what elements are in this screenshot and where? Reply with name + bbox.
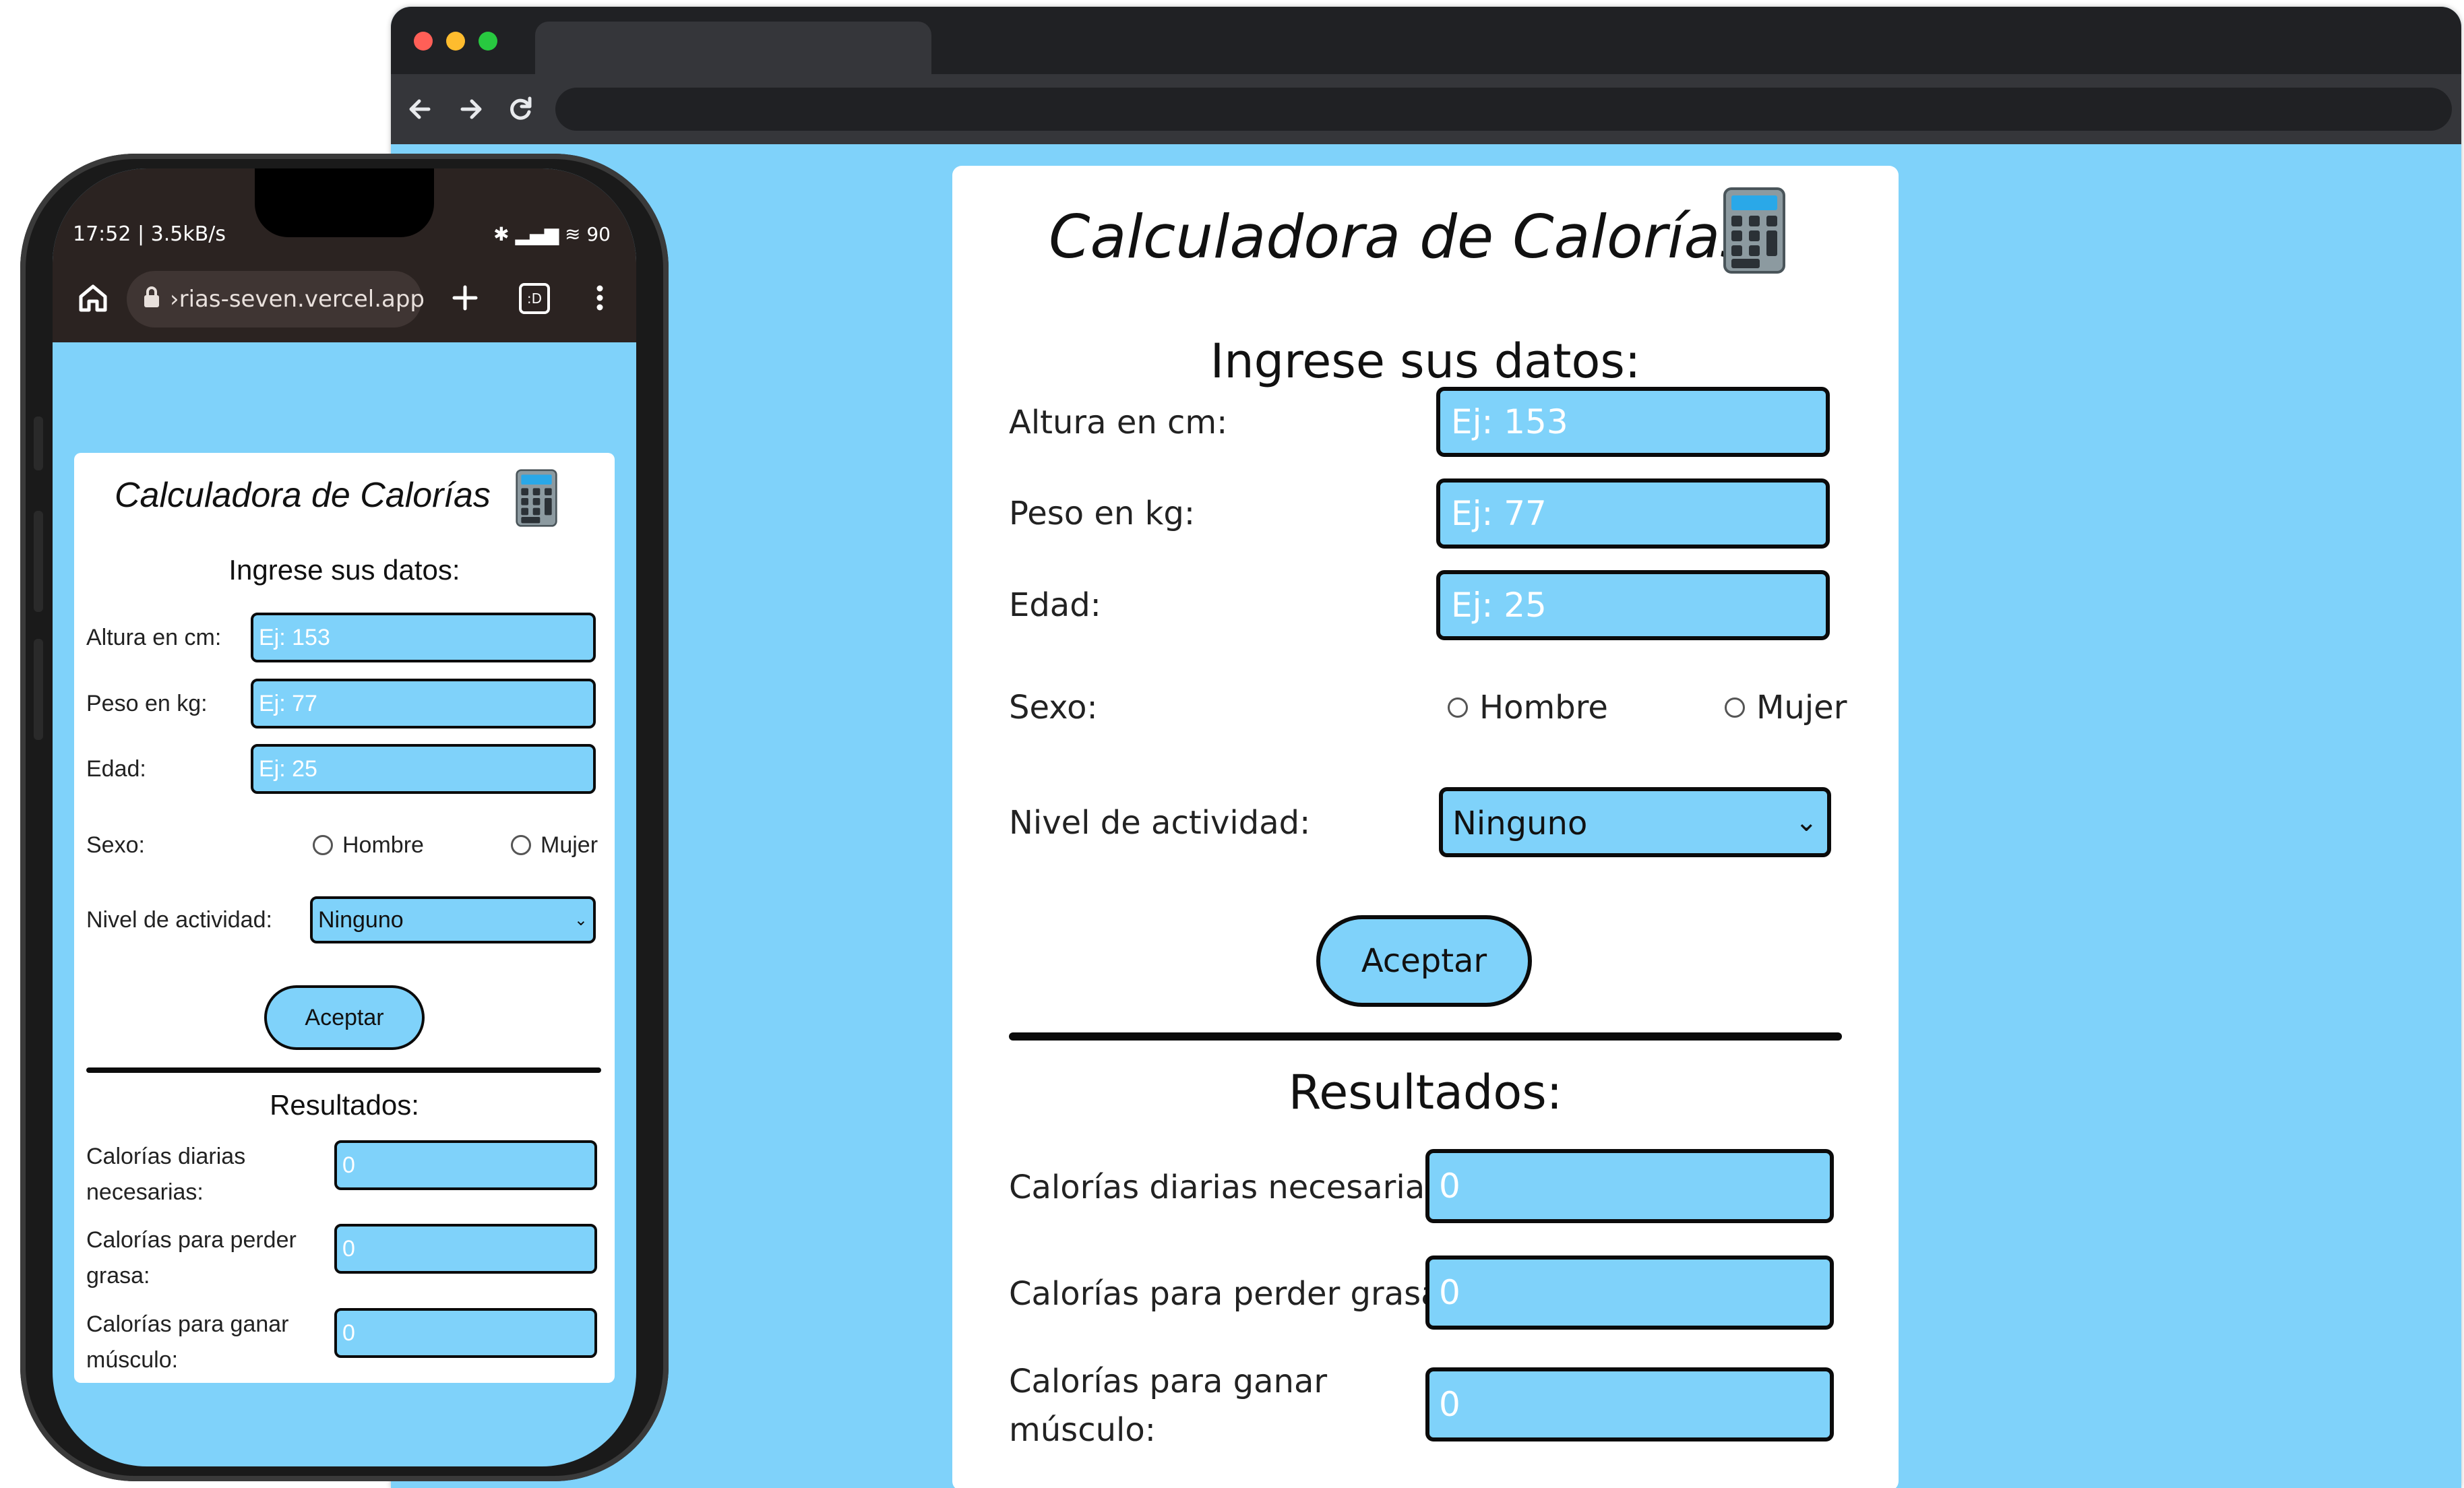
results-title: Resultados: [1288,1065,1563,1120]
close-window-button[interactable] [414,32,433,51]
camera-notch [255,168,434,237]
mobile-accept-button[interactable]: Aceptar [264,985,425,1050]
desktop-browser-window: Calculadora de Calorías Ingrese sus dato… [391,7,2461,1488]
radio-mujer[interactable] [1725,698,1745,718]
mobile-lose-fat-output[interactable] [334,1224,597,1274]
browser-toolbar [391,74,2461,144]
accept-button[interactable]: Aceptar [1316,915,1532,1007]
mobile-radio-mujer-label: Mujer [541,832,598,858]
height-label: Altura en cm: [1009,404,1228,441]
lose-fat-output[interactable] [1425,1256,1834,1330]
gain-muscle-output[interactable] [1425,1367,1834,1442]
divider [1009,1032,1842,1041]
mobile-lose-fat-label: Calorías para perder grasa: [86,1227,297,1289]
daily-calories-label: Calorías diarias necesarias: [1009,1169,1453,1206]
mobile-results-title: Resultados: [270,1089,419,1121]
mobile-height-input[interactable] [251,613,596,662]
status-time: 17:52 | 3.5kB/s [73,222,226,246]
mobile-gain-muscle-label: Calorías para ganar músculo: [86,1311,289,1373]
mobile-age-input[interactable] [251,744,596,794]
maximize-window-button[interactable] [479,32,497,51]
phone-screen: 17:52 | 3.5kB/s ✱ ▂▄▆ ≋ 90 ›rias-seven.v… [53,168,636,1466]
phone-side-button [34,511,43,612]
height-input[interactable] [1436,387,1830,457]
mobile-radio-hombre[interactable] [313,835,333,855]
minimize-window-button[interactable] [446,32,465,51]
url-text: ›rias-seven.vercel.app [170,286,425,313]
mobile-page-title: Calculadora de Calorías [115,476,491,515]
phone-device: 17:52 | 3.5kB/s ✱ ▂▄▆ ≋ 90 ›rias-seven.v… [20,154,669,1481]
page-title: Calculadora de Calorías [1049,202,1752,272]
status-icons: ✱ ▂▄▆ ≋ 90 [493,223,611,245]
forward-arrow-icon[interactable] [449,88,492,131]
lose-fat-label: Calorías para perder grasa: [1009,1275,1452,1313]
mobile-activity-select[interactable]: Ninguno ⌄ [310,896,596,943]
activity-label: Nivel de actividad: [1009,804,1311,842]
mobile-gain-muscle-output[interactable] [334,1308,597,1358]
mobile-weight-input[interactable] [251,679,596,728]
phone-side-button [34,639,43,740]
mobile-browser-toolbar: ›rias-seven.vercel.app :D [53,256,636,342]
mobile-height-label: Altura en cm: [86,625,222,650]
mobile-age-label: Edad: [86,756,146,782]
plus-icon[interactable] [443,276,487,319]
browser-tab-strip [391,7,2461,74]
calculator-card: Calculadora de Calorías Ingrese sus dato… [952,166,1899,1488]
mobile-radio-hombre-label: Hombre [342,832,424,858]
chevron-down-icon: ⌄ [574,910,588,929]
mobile-daily-calories-output[interactable] [334,1140,597,1190]
activity-select[interactable]: Ninguno ⌄ [1439,787,1831,857]
gain-muscle-label: Calorías para ganar músculo: [1009,1363,1328,1449]
mobile-address-bar[interactable]: ›rias-seven.vercel.app [127,271,425,328]
browser-tab[interactable] [535,22,931,74]
kebab-menu-icon[interactable] [578,276,621,319]
back-arrow-icon[interactable] [399,88,442,131]
age-label: Edad: [1009,586,1101,624]
mobile-weight-label: Peso en kg: [86,691,208,716]
address-bar[interactable] [555,88,2452,131]
mobile-calculator-card: Calculadora de Calorías Ingrese sus dato… [74,453,615,1383]
mobile-daily-calories-label: Calorías diarias necesarias: [86,1144,246,1205]
calculator-icon [1722,186,1787,278]
mobile-radio-mujer[interactable] [511,835,531,855]
desktop-page: Calculadora de Calorías Ingrese sus dato… [391,144,2461,1488]
home-icon[interactable] [73,278,113,318]
chevron-down-icon: ⌄ [1795,807,1818,838]
mobile-sex-label: Sexo: [86,832,145,858]
reload-icon[interactable] [499,88,542,131]
activity-select-value: Ninguno [1452,805,1588,842]
mobile-divider [86,1067,601,1073]
status-bar: 17:52 | 3.5kB/s ✱ ▂▄▆ ≋ 90 [53,168,636,256]
lock-icon [143,286,160,316]
weight-label: Peso en kg: [1009,495,1196,532]
radio-hombre-label: Hombre [1479,689,1608,726]
radio-hombre[interactable] [1448,698,1468,718]
age-input[interactable] [1436,570,1830,640]
form-subtitle: Ingrese sus datos: [1210,334,1641,389]
mobile-activity-select-value: Ninguno [318,907,404,933]
phone-side-button [34,416,43,470]
daily-calories-output[interactable] [1425,1149,1834,1223]
weight-input[interactable] [1436,478,1830,549]
sex-label: Sexo: [1009,689,1098,726]
radio-mujer-label: Mujer [1756,689,1847,726]
mobile-form-subtitle: Ingrese sus datos: [228,554,460,586]
calculator-icon [515,468,558,531]
mobile-activity-label: Nivel de actividad: [86,907,272,933]
tabs-icon[interactable]: :D [519,283,550,314]
